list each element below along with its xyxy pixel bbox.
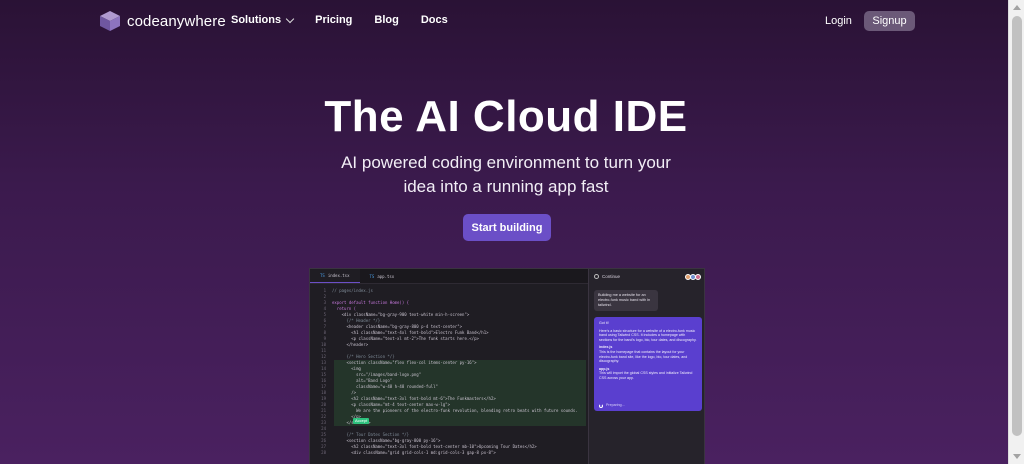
- code-text: {/* Hero Section */}: [332, 354, 395, 359]
- start-building-button[interactable]: Start building: [463, 214, 551, 241]
- chat-panel: Continue Building me a website for an el…: [588, 269, 704, 464]
- logo[interactable]: codeanywhere: [99, 10, 226, 32]
- code-text: <section className="bg-gray-800 py-16">: [332, 438, 441, 443]
- code-text: <h2 className="text-3xl font-bold mt-6">…: [332, 396, 496, 401]
- chevron-down-icon: [285, 14, 295, 23]
- chat-title: Continue: [602, 274, 621, 279]
- tab-index[interactable]: TS index.tsx: [310, 269, 360, 283]
- spinner-icon: [599, 403, 603, 408]
- code-text: <p className="text-xl mt-2">The funk sta…: [332, 336, 479, 341]
- page-scrollbar[interactable]: [1008, 0, 1024, 464]
- code-text: <div className="grid grid-cols-1 md:grid…: [332, 450, 496, 455]
- nav-links: Solutions Pricing Blog Docs: [231, 14, 448, 26]
- code-text: We are the pioneers of the electro-funk …: [332, 408, 578, 413]
- nav-docs-label: Docs: [420, 14, 448, 26]
- nav-pricing-label: Pricing: [315, 14, 353, 26]
- page: codeanywhere Solutions Pricing Blog Docs…: [0, 0, 1008, 464]
- nav-pricing[interactable]: Pricing: [315, 14, 352, 26]
- code-text: <section className="flex flex-col items-…: [332, 360, 477, 365]
- avatar-group: [685, 273, 701, 280]
- avatar: [695, 273, 701, 280]
- ai-intro: Got it!: [599, 321, 609, 325]
- brand-name: codeanywhere: [127, 12, 226, 30]
- ai-status-text: Preparing...: [606, 403, 625, 408]
- code-text: alt="Band Logo": [332, 378, 393, 383]
- code-text: <p className="mt-4 text-center max-w-lg"…: [332, 402, 451, 407]
- continue-icon: [594, 274, 599, 279]
- code-text: {/* Header */}: [332, 318, 381, 323]
- chat-header: Continue: [589, 269, 704, 284]
- code-text: <div className="bg-gray-900 text-white m…: [332, 312, 470, 317]
- hero-subtitle-line2: idea into a running app fast: [403, 177, 609, 196]
- tab-app[interactable]: TS app.tsx: [360, 269, 405, 283]
- ide-preview: TS index.tsx TS app.tsx 1// pages/index.…: [309, 268, 705, 464]
- code-text: />: [332, 390, 357, 395]
- code-line: 28 <div className="grid grid-cols-1 md:g…: [312, 450, 586, 456]
- signup-button[interactable]: Signup: [864, 11, 915, 31]
- hero-subtitle-line1: AI powered coding environment to turn yo…: [341, 153, 671, 172]
- tab-index-label: index.tsx: [327, 273, 350, 278]
- scrollbar-thumb[interactable]: [1012, 16, 1022, 436]
- ai-file1-text: This is the homepage that contains the l…: [599, 349, 688, 364]
- code-text: <h2 className="text-3xl font-bold text-c…: [332, 444, 537, 449]
- hero-subtitle: AI powered coding environment to turn yo…: [0, 151, 1008, 199]
- login-link[interactable]: Login: [825, 15, 852, 27]
- code-text: export default function Home() {: [332, 300, 410, 305]
- nav-docs[interactable]: Docs: [421, 14, 448, 26]
- line-number: 28: [321, 450, 326, 455]
- code-text: <header className="bg-gray-800 p-4 text-…: [332, 324, 463, 329]
- hero-title: The AI Cloud IDE: [324, 92, 688, 141]
- user-message: Building me a website for an electro-fun…: [594, 290, 658, 311]
- accept-suggestion-chip[interactable]: Accept: [353, 418, 370, 424]
- ai-status: Preparing...: [599, 403, 625, 408]
- cube-logo-icon: [100, 11, 120, 31]
- ai-text: Here's a basic structure for a website o…: [599, 328, 697, 342]
- ai-message: Got it! Here's a basic structure for a w…: [594, 317, 702, 411]
- code-text: </header>: [332, 342, 369, 347]
- ai-file2-text: This will import the global CSS styles a…: [599, 371, 693, 380]
- nav-solutions[interactable]: Solutions: [231, 14, 295, 26]
- code-text: // pages/index.js: [332, 288, 373, 293]
- tab-app-label: app.tsx: [377, 273, 395, 279]
- typescript-icon: TS: [320, 273, 325, 278]
- nav-blog-label: Blog: [374, 14, 399, 26]
- typescript-icon: TS: [369, 273, 375, 279]
- code-text: className="w-48 h-48 rounded-full": [332, 384, 438, 389]
- top-nav: codeanywhere Solutions Pricing Blog Docs…: [0, 0, 1008, 42]
- code-text: {/* Tour Dates Section */}: [332, 432, 410, 437]
- nav-solutions-label: Solutions: [231, 14, 282, 26]
- code-text: <img: [332, 366, 361, 371]
- scroll-up-icon[interactable]: [1013, 5, 1021, 10]
- code-text: <h1 className="text-4xl font-bold">Elect…: [332, 330, 489, 335]
- scroll-down-icon[interactable]: [1013, 454, 1021, 459]
- code-area[interactable]: 1// pages/index.js 2 3 export default funct…: [310, 285, 586, 464]
- code-text: src="/images/band-logo.png": [332, 372, 422, 377]
- nav-blog[interactable]: Blog: [374, 14, 398, 26]
- code-text: return (: [332, 306, 357, 311]
